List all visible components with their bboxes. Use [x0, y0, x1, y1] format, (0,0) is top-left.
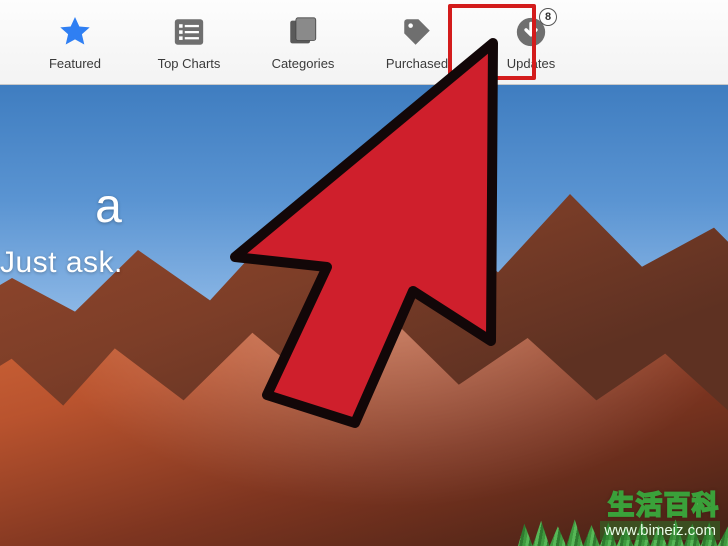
hero-title-partial: a [0, 179, 123, 234]
updates-badge: 8 [539, 8, 557, 26]
updates-icon: 8 [511, 12, 551, 52]
tab-purchased[interactable]: Purchased [382, 12, 452, 71]
tab-label: Purchased [386, 56, 448, 71]
tab-categories[interactable]: Categories [268, 12, 338, 71]
app-store-window: Featured Top Charts [0, 0, 728, 546]
watermark-url: www.bimeiz.com [600, 521, 720, 540]
categories-icon [283, 12, 323, 52]
watermark: 生活百科 www.bimeiz.com [600, 485, 720, 540]
hero-banner[interactable]: a Just ask. [0, 85, 728, 546]
tab-label: Featured [49, 56, 101, 71]
hero-text: a Just ask. [0, 179, 123, 280]
watermark-brand: 生活百科 [600, 485, 720, 522]
tab-updates[interactable]: 8 Updates [496, 12, 566, 71]
tab-label: Top Charts [158, 56, 221, 71]
tab-top-charts[interactable]: Top Charts [154, 12, 224, 71]
toolbar: Featured Top Charts [0, 0, 728, 85]
tab-label: Updates [507, 56, 555, 71]
tab-label: Categories [272, 56, 335, 71]
star-icon [55, 12, 95, 52]
hero-subtitle-partial: Just ask. [0, 246, 123, 280]
list-icon [169, 12, 209, 52]
tag-icon [397, 12, 437, 52]
tab-featured[interactable]: Featured [40, 12, 110, 71]
